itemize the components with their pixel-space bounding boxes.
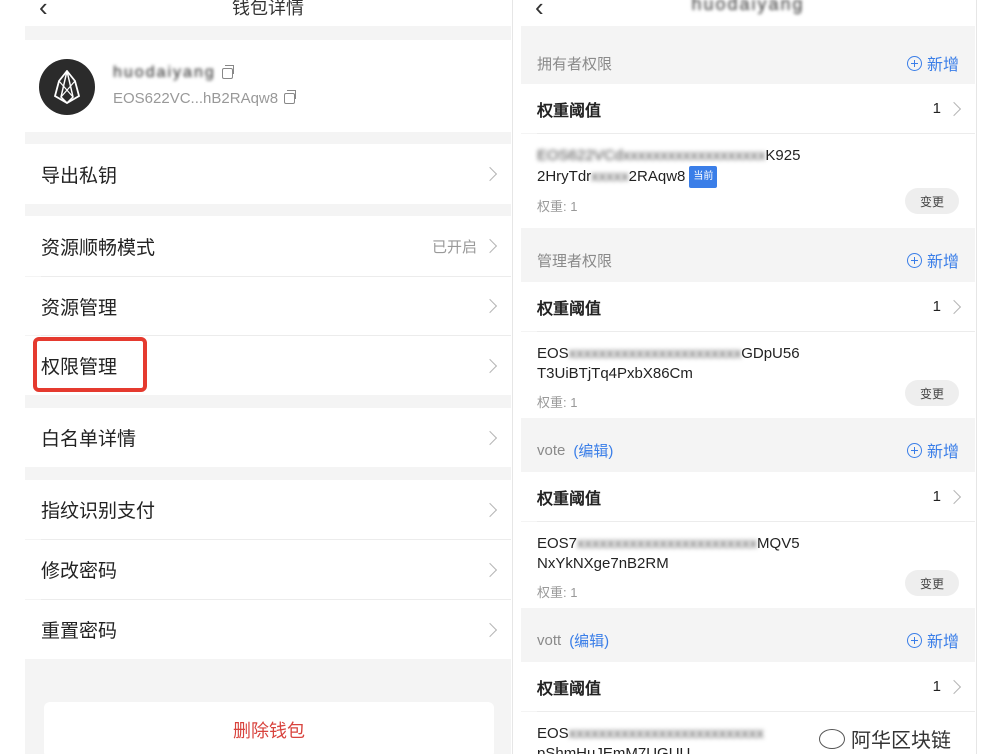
- chevron-right-icon: [946, 489, 962, 504]
- threshold-label: 权重阈值: [537, 300, 602, 318]
- key-card: EOS622VCdxxxxxxxxxxxxxxxxxxxK925 2HryTdr…: [521, 134, 975, 228]
- public-key: EOS622VCdxxxxxxxxxxxxxxxxxxxK925 2HryTdr…: [537, 146, 897, 188]
- add-button[interactable]: 新增: [906, 51, 959, 75]
- add-button[interactable]: 新增: [906, 248, 959, 272]
- chevron-right-icon: [482, 622, 498, 637]
- menu-item-whitelist-detail[interactable]: 白名单详情: [25, 408, 511, 467]
- wechat-icon: [819, 728, 845, 749]
- wallet-detail-panel: ‹ 钱包详情 huodaiyang EOS622VC...hB2RAqw8 导出…: [25, 0, 511, 754]
- copy-icon[interactable]: [221, 64, 234, 79]
- page-title: huodaiyang: [691, 0, 805, 14]
- key-card: EOSxxxxxxxxxxxxxxxxxxxxxxxGDpU56 T3UiBTj…: [521, 332, 975, 418]
- threshold-value: 1: [932, 488, 941, 505]
- watermark: 阿华区块链: [815, 724, 955, 753]
- threshold-row[interactable]: 权重阈值 1: [521, 472, 975, 521]
- menu-item-label: 资源管理: [41, 297, 118, 319]
- section-title: vott: [537, 631, 562, 649]
- plus-circle-icon: [906, 442, 922, 458]
- menu-item-resource-smooth-mode[interactable]: 资源顺畅模式 已开启: [25, 216, 511, 276]
- chevron-right-icon: [482, 358, 498, 373]
- chevron-right-icon: [482, 502, 498, 517]
- key-weight: 权重: 1: [537, 199, 578, 214]
- key-weight: 权重: 1: [537, 585, 578, 600]
- menu-item-fingerprint-pay[interactable]: 指纹识别支付: [25, 480, 511, 539]
- highlight-box: [33, 337, 147, 392]
- add-button[interactable]: 新增: [906, 438, 959, 462]
- threshold-row[interactable]: 权重阈值 1: [521, 662, 975, 711]
- menu-item-change-password[interactable]: 修改密码: [25, 540, 511, 599]
- threshold-label: 权重阈值: [537, 490, 602, 508]
- copy-icon[interactable]: [284, 90, 297, 104]
- delete-wallet-button[interactable]: 删除钱包: [44, 702, 494, 754]
- permission-panel: ‹ huodaiyang 拥有者权限 新增 权重阈值 1 EOS622VCdxx…: [521, 0, 975, 754]
- menu-item-reset-password[interactable]: 重置密码: [25, 600, 511, 659]
- public-key: EOS7xxxxxxxxxxxxxxxxxxxxxxxxMQV5 NxYkNXg…: [537, 535, 800, 572]
- threshold-value: 1: [932, 298, 941, 315]
- threshold-label: 权重阈值: [537, 102, 602, 120]
- add-button[interactable]: 新增: [906, 628, 959, 652]
- add-label: 新增: [926, 57, 959, 74]
- plus-circle-icon: [906, 252, 922, 268]
- add-label: 新增: [926, 634, 959, 651]
- threshold-row[interactable]: 权重阈值 1: [521, 282, 975, 331]
- section-title: 管理者权限: [537, 252, 613, 270]
- menu-item-label: 资源顺畅模式: [41, 237, 156, 259]
- change-button[interactable]: 变更: [905, 570, 959, 596]
- eos-logo-icon: [39, 59, 95, 115]
- threshold-value: 1: [932, 678, 941, 695]
- divider: [976, 0, 977, 754]
- chevron-right-icon: [482, 562, 498, 577]
- section-header-vott: vott (编辑) 新增: [521, 613, 975, 667]
- chevron-right-icon: [482, 430, 498, 445]
- public-key: EOSxxxxxxxxxxxxxxxxxxxxxxxGDpU56 T3UiBTj…: [537, 345, 800, 382]
- wallet-name: huodaiyang: [113, 64, 216, 81]
- menu-item-label: 指纹识别支付: [41, 501, 156, 522]
- add-label: 新增: [926, 254, 959, 271]
- menu-item-label: 重置密码: [41, 621, 118, 642]
- wallet-header: huodaiyang EOS622VC...hB2RAqw8: [25, 40, 511, 132]
- plus-circle-icon: [906, 632, 922, 648]
- menu-item-label: 修改密码: [41, 561, 118, 582]
- menu-item-label: 白名单详情: [41, 429, 137, 450]
- change-button[interactable]: 变更: [905, 380, 959, 406]
- watermark-text: 阿华区块链: [851, 730, 951, 752]
- chevron-right-icon: [946, 679, 962, 694]
- plus-circle-icon: [906, 55, 922, 71]
- section-title: vote: [537, 441, 566, 459]
- menu-item-label: 导出私钥: [41, 165, 118, 187]
- edit-link[interactable]: (编辑): [573, 440, 613, 461]
- chevron-right-icon: [946, 299, 962, 314]
- nav-bar: ‹ huodaiyang: [521, 0, 975, 26]
- change-button[interactable]: 变更: [905, 188, 959, 214]
- section-header-vote: vote (编辑) 新增: [521, 423, 975, 477]
- menu-item-status: 已开启: [431, 238, 477, 256]
- menu-item-export-key[interactable]: 导出私钥: [25, 144, 511, 204]
- page-title: 钱包详情: [232, 0, 304, 18]
- threshold-row[interactable]: 权重阈值 1: [521, 84, 975, 133]
- current-badge: 当前: [689, 166, 718, 188]
- add-label: 新增: [926, 444, 959, 461]
- key-weight: 权重: 1: [537, 395, 578, 410]
- menu-item-resource-management[interactable]: 资源管理: [25, 277, 511, 335]
- threshold-label: 权重阈值: [537, 680, 602, 698]
- edit-link[interactable]: (编辑): [569, 630, 609, 651]
- section-title: 拥有者权限: [537, 55, 613, 73]
- chevron-right-icon: [482, 238, 498, 254]
- divider: [512, 0, 513, 754]
- chevron-right-icon: [482, 298, 498, 314]
- key-card: EOS7xxxxxxxxxxxxxxxxxxxxxxxxMQV5 NxYkNXg…: [521, 522, 975, 608]
- section-header-owner: 拥有者权限 新增: [521, 36, 975, 90]
- chevron-right-icon: [482, 166, 498, 182]
- nav-bar: ‹ 钱包详情: [25, 0, 511, 26]
- threshold-value: 1: [932, 100, 941, 117]
- chevron-right-icon: [946, 101, 962, 116]
- wallet-address: EOS622VC...hB2RAqw8: [113, 90, 279, 107]
- section-header-active: 管理者权限 新增: [521, 233, 975, 287]
